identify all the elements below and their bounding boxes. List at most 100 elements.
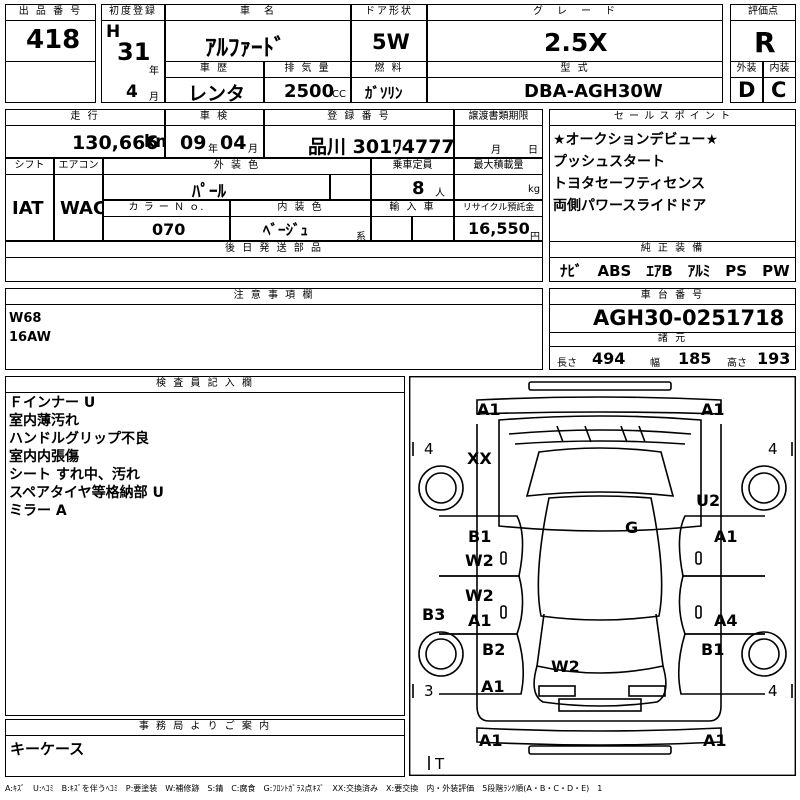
- fuel: ｶﾞｿﾘﾝ: [365, 84, 403, 102]
- mark-roof-xx: XX: [467, 449, 492, 468]
- reg-month: 4: [126, 82, 138, 102]
- import-box-right: [412, 216, 454, 241]
- sales-point: ★オークションデビュー★: [553, 132, 719, 148]
- mark-l-door1b: W2: [465, 551, 494, 570]
- capacity-label: 乗車定員: [371, 158, 454, 175]
- width: 185: [678, 349, 712, 368]
- door-type: 5W: [372, 30, 410, 54]
- colorno: 070: [152, 220, 186, 239]
- notes-label: 注 意 事 項 欄: [5, 288, 543, 305]
- width-label: 幅: [650, 358, 660, 369]
- ext-score: D: [738, 78, 756, 102]
- transfer-day-unit: 日: [528, 145, 538, 156]
- sales-point: プッシュスタート: [553, 154, 665, 170]
- mark-rear-w2: W2: [551, 657, 580, 676]
- tyre-fr: 4: [768, 440, 778, 458]
- mark-r-rear: B1: [701, 640, 724, 659]
- reg-year: 31: [117, 38, 151, 66]
- notes-lines: W68 16AW: [9, 309, 51, 347]
- note-line: W68: [9, 311, 42, 326]
- door-label: ドア形状: [351, 4, 427, 21]
- capacity: 8: [412, 178, 425, 199]
- dims-label: 諸 元: [549, 332, 796, 347]
- inspector-line: Ｆインナー U: [9, 395, 96, 411]
- equipment-label: 純 正 装 備: [549, 241, 796, 258]
- inspection-year-unit: 年: [208, 144, 218, 155]
- mark-l-door1: B1: [468, 527, 491, 546]
- mark-front-left: A1: [477, 400, 501, 419]
- recycle: 16,550: [468, 219, 530, 238]
- mark-r-door2: A4: [714, 611, 738, 630]
- score: R: [754, 26, 776, 59]
- displacement-label: 排 気 量: [264, 61, 351, 78]
- inspector-lines: Ｆインナー U 室内薄汚れ ハンドルグリップ不良 室内内張傷 シート すれ中、汚…: [9, 394, 164, 520]
- car-name-label: 車 名: [165, 4, 351, 21]
- displacement: 2500: [284, 81, 335, 102]
- inspector-label: 検 査 員 記 入 欄: [5, 376, 405, 393]
- reg-year-unit: 年: [149, 66, 159, 77]
- mark-l-door2b: A1: [468, 611, 492, 630]
- mileage-label: 走 行: [5, 109, 165, 126]
- damage-diagram: A1 A1 XX U2 G B1 W2 A1 W2 A1 A4 B3 B2 B1…: [409, 376, 796, 776]
- office-text: キーケース: [10, 740, 85, 758]
- history: レンタ: [188, 83, 246, 105]
- interior-label: 内 装 色: [230, 200, 371, 217]
- load-label: 最大積載量: [454, 158, 543, 175]
- load-unit: kg: [528, 184, 541, 195]
- sales-label: セ ー ル ス ポ イ ン ト: [549, 109, 796, 126]
- int-label: 内装: [763, 61, 796, 78]
- equipment: ﾅﾋﾞ ABS ｴｱB ｱﾙﾐ PS PW: [560, 262, 790, 280]
- grade: 2.5X: [544, 28, 608, 57]
- chassis-label: 車 台 番 号: [549, 288, 796, 305]
- model-label: 型 式: [427, 61, 723, 78]
- legend: A:ｷｽﾞ U:ﾍｺﾐ B:ｷｽﾞを伴うﾍｺﾐ P:要塗装 W:補修跡 S:錆 …: [5, 784, 603, 793]
- sales-point: 両側パワースライドドア: [553, 198, 707, 214]
- ext-label: 外装: [730, 61, 763, 78]
- inspector-line: 室内薄汚れ: [9, 413, 79, 429]
- mark-l-rear: B2: [482, 640, 505, 659]
- history-label: 車 歴: [165, 61, 264, 78]
- ac-label: エアコン: [54, 158, 103, 175]
- car-name: ｱﾙﾌｧｰﾄﾞ: [205, 35, 286, 61]
- capacity-unit: 人: [435, 188, 445, 199]
- color: ﾊﾟｰﾙ: [192, 182, 226, 202]
- color-label: 外 装 色: [103, 158, 371, 175]
- lot-box-lower: [5, 61, 96, 103]
- tyre-rl: 3: [424, 682, 434, 700]
- auction-sheet: 出 品 番 号 418 初度登録 H 31 年 4 月 車 名 ｱﾙﾌｧｰﾄﾞ …: [0, 0, 800, 800]
- int-score: C: [771, 78, 787, 102]
- mark-l-rear2: A1: [481, 677, 505, 696]
- inspector-line: ハンドルグリップ不良: [9, 431, 149, 447]
- tyre-rr: 4: [768, 682, 778, 700]
- fuel-label: 燃 料: [351, 61, 427, 78]
- inspection-label: 車 検: [165, 109, 264, 126]
- length-label: 長さ: [557, 358, 577, 369]
- registration-label: 登 録 番 号: [264, 109, 454, 126]
- inspector-line: スペアタイヤ等格納部 U: [9, 485, 164, 501]
- import-label: 輸 入 車: [371, 200, 454, 217]
- tyre-fl: 4: [424, 440, 434, 458]
- ac: WAC: [60, 198, 107, 219]
- inspection-month: 04: [220, 132, 247, 154]
- displacement-unit: CC: [332, 89, 346, 100]
- inspection-year: 09: [180, 132, 207, 154]
- interior: ﾍﾞｰｼﾞｭ: [263, 221, 309, 239]
- note-line: 16AW: [9, 330, 51, 345]
- trunk-mark: T: [434, 755, 445, 773]
- mark-bottom-right: A1: [703, 731, 727, 750]
- mark-r-door1: A1: [714, 527, 738, 546]
- inspector-line: 室内内張傷: [9, 449, 79, 465]
- inspector-line: シート すれ中、汚れ: [9, 467, 140, 483]
- office-label: 事 務 局 よ り ご 案 内: [5, 719, 405, 736]
- later-parts-box: [5, 257, 543, 282]
- model: DBA-AGH30W: [524, 81, 663, 102]
- mark-front-right: A1: [701, 400, 725, 419]
- later-parts-label: 後 日 発 送 部 品: [5, 241, 543, 258]
- reg-month-unit: 月: [149, 92, 159, 103]
- color-box-extra: [330, 174, 371, 200]
- recycle-label: リサイクル預託金: [454, 200, 543, 217]
- length: 494: [592, 349, 626, 368]
- first-reg-label: 初度登録: [101, 4, 165, 21]
- inspector-line: ミラー A: [9, 503, 67, 519]
- notes-box: [5, 304, 543, 370]
